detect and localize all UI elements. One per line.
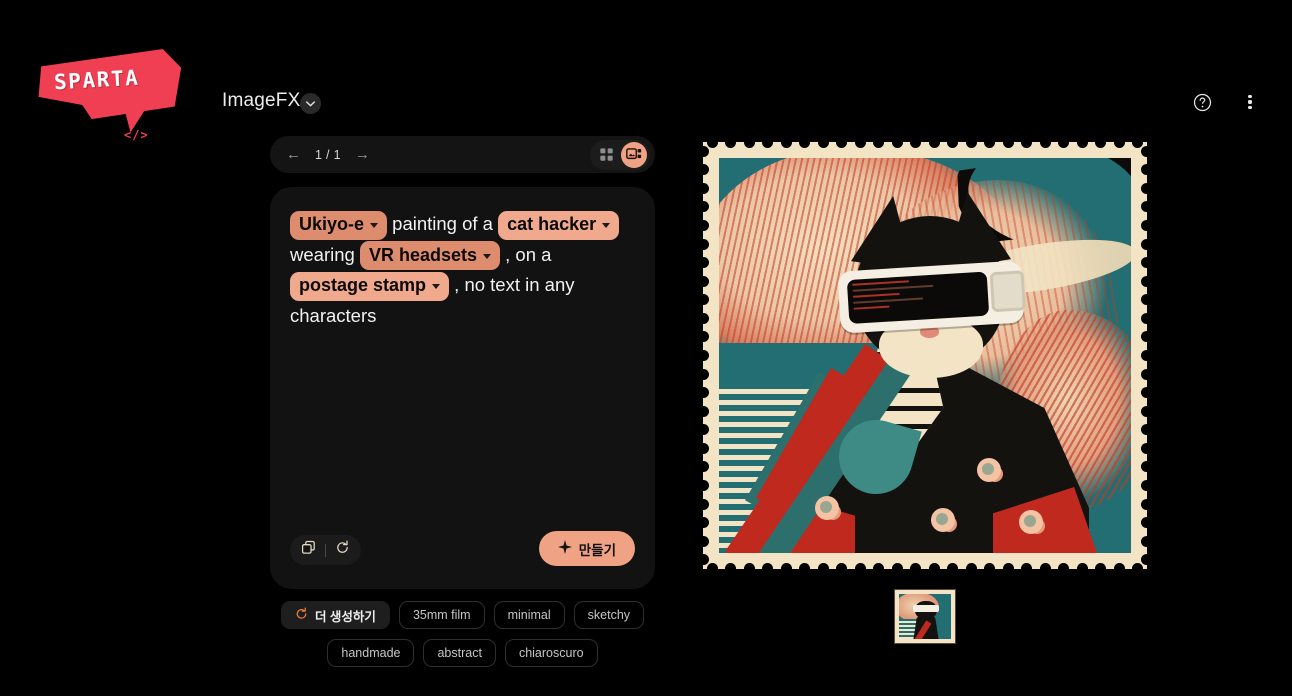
cherry-blossom bbox=[1019, 510, 1043, 534]
prompt-action-row: 만들기 bbox=[290, 531, 635, 569]
suggestion-row-1: 더 생성하기 35mm film minimal sketchy bbox=[280, 601, 645, 629]
suggestion-chip[interactable]: handmade bbox=[327, 639, 415, 667]
suggestion-row-2: handmade abstract chiaroscuro bbox=[290, 639, 635, 667]
previous-result-button[interactable]: ← bbox=[286, 147, 301, 162]
suggestion-chip[interactable]: chiaroscuro bbox=[504, 639, 598, 667]
chip-label: Ukiyo-e bbox=[299, 214, 365, 234]
sparkle-icon bbox=[557, 540, 572, 557]
prompt-chip-subject[interactable]: cat hacker bbox=[498, 210, 620, 240]
cherry-blossom bbox=[931, 508, 955, 532]
stamp-perforations-top bbox=[703, 142, 1147, 148]
page-title: ImageFX bbox=[222, 90, 301, 111]
stamp-perforations-left bbox=[703, 142, 709, 569]
prompt-static-text: painting of a bbox=[387, 213, 499, 234]
cherry-blossom bbox=[977, 458, 1001, 482]
detail-view-icon[interactable] bbox=[621, 141, 647, 168]
suggestion-chip[interactable]: abstract bbox=[423, 639, 496, 667]
reset-icon[interactable] bbox=[335, 540, 350, 560]
regenerate-suggestions-button[interactable]: 더 생성하기 bbox=[280, 601, 390, 629]
vr-headset bbox=[837, 260, 1026, 334]
prompt-editor-card[interactable]: Ukiyo-e painting of a cat hacker wearing… bbox=[270, 187, 655, 589]
logo-text: SPARTA bbox=[53, 65, 141, 95]
chevron-down-icon bbox=[432, 284, 441, 290]
result-counter: 1 / 1 bbox=[315, 147, 341, 162]
help-circle-icon[interactable] bbox=[1188, 88, 1216, 116]
cherry-blossom bbox=[815, 496, 839, 520]
view-mode-toggle bbox=[590, 139, 650, 170]
stamp-artwork bbox=[719, 158, 1131, 553]
suggestion-chip[interactable]: 35mm film bbox=[398, 601, 485, 629]
copy-icon[interactable] bbox=[301, 540, 316, 560]
prompt-static-text: , on a bbox=[499, 243, 552, 265]
stamp-perforations-right bbox=[1141, 142, 1147, 569]
prompt-utility-buttons bbox=[290, 535, 361, 565]
suggestion-chip[interactable]: sketchy bbox=[573, 601, 645, 629]
stamp-perforations-bottom bbox=[703, 563, 1147, 569]
prompt-panel: ← 1 / 1 → Ukiyo-e painting of a cat hack… bbox=[270, 136, 655, 696]
vr-lens-display bbox=[846, 271, 990, 325]
imagefx-app: SPARTA </> ImageFX ← 1 / 1 → Ukiyo-e pai… bbox=[0, 0, 1292, 696]
refresh-icon bbox=[295, 607, 308, 623]
thumbnail-artwork bbox=[899, 594, 951, 639]
thumbnail-strip bbox=[894, 589, 956, 644]
grid-view-icon[interactable] bbox=[593, 142, 619, 168]
chip-label: VR headsets bbox=[368, 244, 477, 265]
more-vertical-icon[interactable] bbox=[1236, 88, 1264, 116]
prompt-static-text: wearing bbox=[290, 243, 360, 265]
thumbnail-vr-headset bbox=[913, 605, 939, 612]
image-thumbnail[interactable] bbox=[894, 589, 956, 644]
create-button-label: 만들기 bbox=[578, 542, 616, 558]
chevron-down-icon bbox=[602, 223, 611, 229]
divider bbox=[325, 543, 326, 557]
app-header: SPARTA </> ImageFX bbox=[0, 0, 1292, 150]
prompt-chip-style[interactable]: Ukiyo-e bbox=[290, 210, 388, 240]
chip-label: cat hacker bbox=[507, 214, 597, 234]
vr-headset-strap bbox=[989, 270, 1026, 313]
chevron-down-icon bbox=[482, 253, 491, 259]
prompt-chip-accessory[interactable]: VR headsets bbox=[359, 241, 500, 271]
suggestion-chip[interactable]: minimal bbox=[493, 601, 565, 629]
chevron-down-icon bbox=[370, 223, 379, 229]
create-button[interactable]: 만들기 bbox=[538, 531, 635, 566]
sparta-logo[interactable]: SPARTA </> bbox=[38, 52, 190, 142]
generated-image[interactable] bbox=[703, 142, 1147, 569]
regenerate-label: 더 생성하기 bbox=[314, 609, 376, 624]
chevron-down-icon[interactable] bbox=[300, 93, 321, 114]
prompt-text: Ukiyo-e painting of a cat hacker wearing… bbox=[290, 209, 635, 330]
prompt-chip-medium[interactable]: postage stamp bbox=[290, 271, 450, 301]
image-preview-area bbox=[703, 142, 1147, 569]
header-actions bbox=[1172, 88, 1292, 118]
chip-label: postage stamp bbox=[299, 275, 427, 296]
logo-code-brackets: </> bbox=[124, 128, 149, 142]
result-navigation-bar: ← 1 / 1 → bbox=[270, 136, 655, 173]
next-result-button[interactable]: → bbox=[355, 147, 370, 162]
